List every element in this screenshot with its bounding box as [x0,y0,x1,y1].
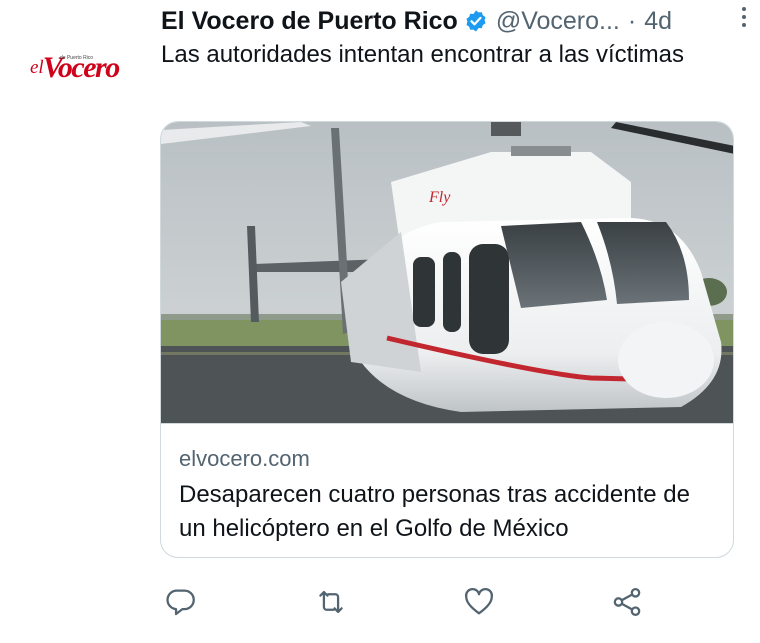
tweet-header: El Vocero de Puerto Rico @Vocero... · 4d [161,4,740,38]
share-icon [613,587,641,617]
verified-badge-icon [466,10,486,32]
tweet-actions [161,580,651,624]
card-headline[interactable]: Desaparecen cuatro personas tras acciden… [179,478,715,546]
account-name[interactable]: El Vocero de Puerto Rico [161,7,458,36]
reply-button[interactable] [161,580,201,624]
like-button[interactable] [459,580,499,624]
retweet-icon [319,590,343,614]
logo-tagline: de Puerto Rico [60,55,94,61]
separator-dot: · [627,6,637,35]
avatar[interactable]: de Puerto Rico el Vocero [30,44,134,92]
tweet-text: Las autoridades intentan encontrar a las… [161,41,684,68]
account-handle[interactable]: @Vocero... [496,7,620,36]
share-button[interactable] [607,580,647,624]
link-card[interactable]: Fly elvocero.com Desaparecen cuatro pers… [160,121,734,558]
card-meta[interactable]: elvocero.com Desaparecen cuatro personas… [161,423,733,557]
retweet-button[interactable] [311,580,351,624]
reply-icon [166,589,195,616]
more-options-icon[interactable] [734,0,754,34]
logo-prefix: el [30,57,44,78]
card-domain[interactable]: elvocero.com [179,444,715,474]
tweet-timestamp[interactable]: 4d [644,7,672,36]
svg-text:Fly: Fly [428,189,451,206]
like-icon [464,587,494,615]
helicopter-photo[interactable]: Fly [161,122,734,423]
